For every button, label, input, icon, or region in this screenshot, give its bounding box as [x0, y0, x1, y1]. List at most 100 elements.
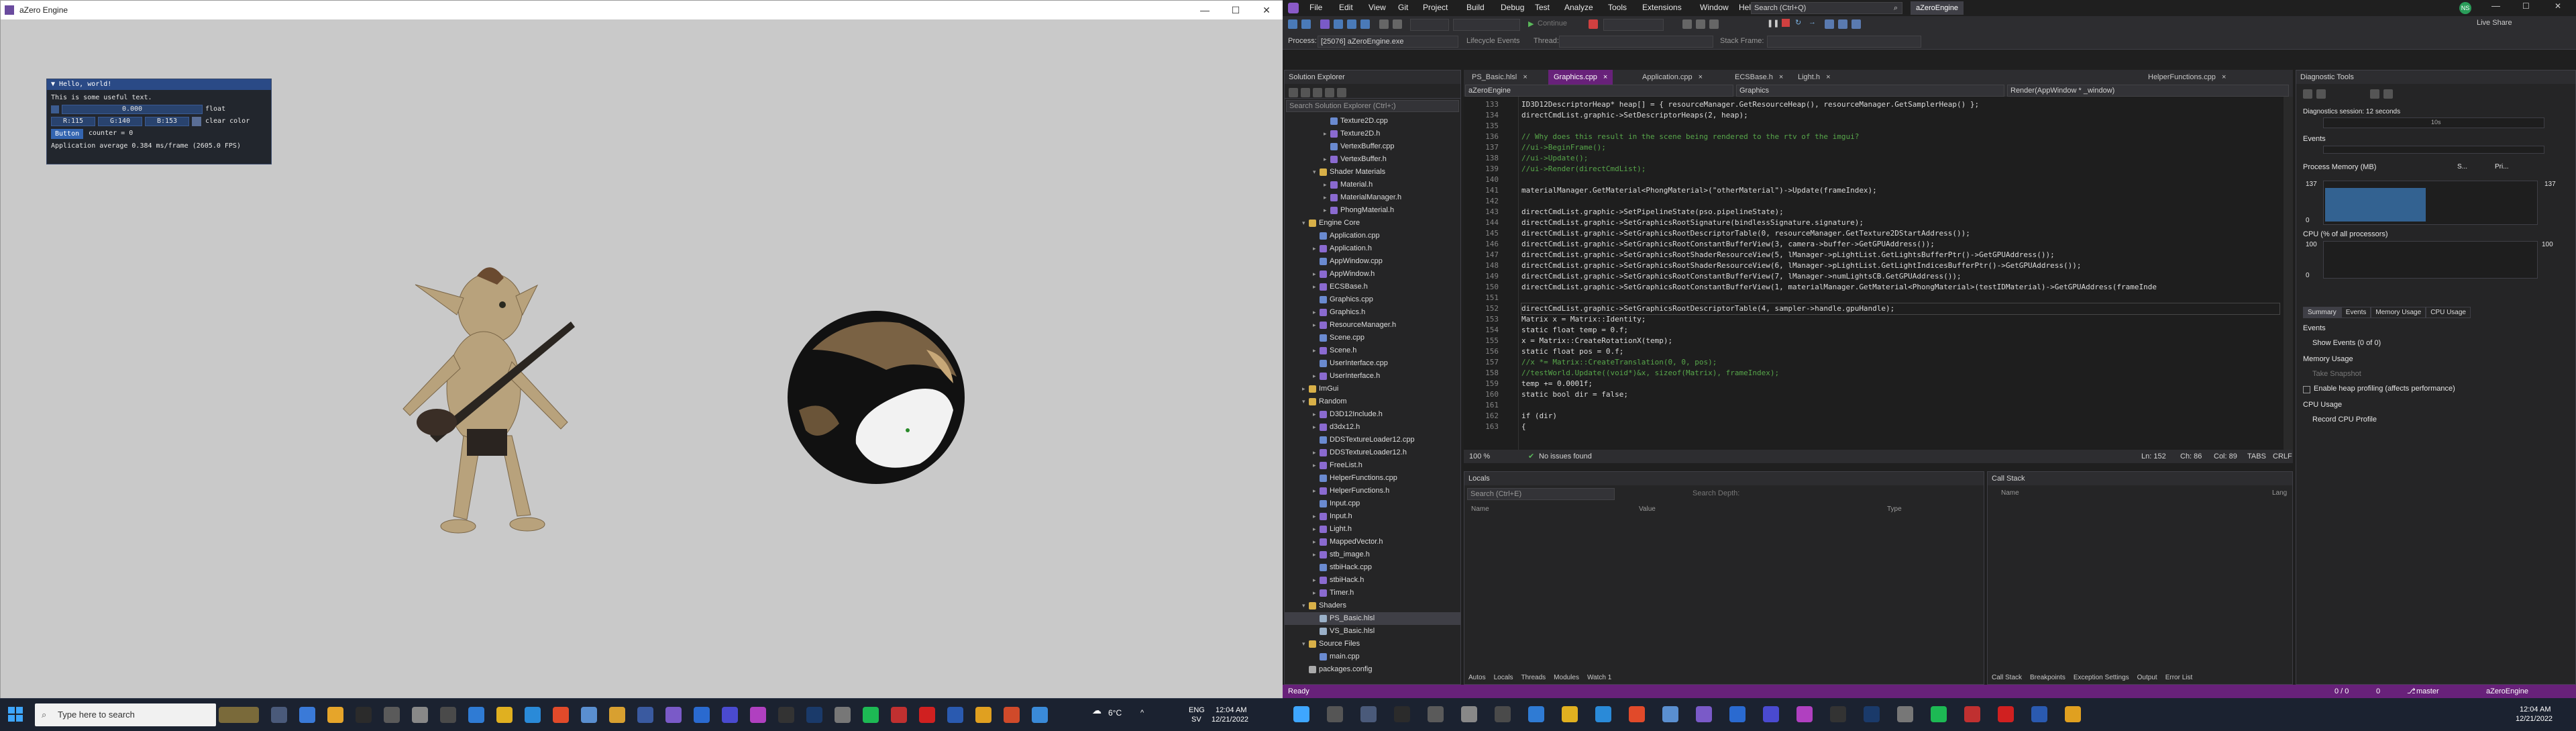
- app-icon-9[interactable]: [835, 707, 851, 723]
- tree-item[interactable]: ▾ Engine Core: [1285, 217, 1360, 230]
- code-line[interactable]: x = Matrix::CreateRotationX(temp);: [1521, 336, 1672, 346]
- git-branch[interactable]: master: [2416, 685, 2439, 698]
- process-dropdown[interactable]: [25076] aZeroEngine.exe: [1318, 36, 1458, 48]
- weather-icon[interactable]: ☁: [1092, 705, 1102, 715]
- minimize-icon[interactable]: —: [1189, 1, 1220, 19]
- tree-item[interactable]: ▸ D3D12Include.h: [1285, 408, 1383, 421]
- app-icon-d[interactable]: [1729, 706, 1746, 722]
- app-icon-6[interactable]: [637, 707, 653, 723]
- bottom-tab-call-stack[interactable]: Call Stack: [1992, 674, 2022, 681]
- tab-ps-basic-hlsl[interactable]: PS_Basic.hlsl ×: [1466, 70, 1533, 85]
- tree-item[interactable]: ▸ ImGui: [1285, 383, 1338, 395]
- menu-extensions[interactable]: Extensions: [1642, 3, 1682, 12]
- tree-expand-icon[interactable]: ▸: [1313, 242, 1320, 255]
- record-cpu-button[interactable]: Record CPU Profile: [2312, 416, 2377, 424]
- tree-item[interactable]: ▸ ECSBase.h: [1285, 281, 1368, 293]
- tree-item[interactable]: ▸ d3dx12.h: [1285, 421, 1360, 434]
- locals-search-input[interactable]: Search (Ctrl+E): [1467, 488, 1615, 500]
- tab-close-icon[interactable]: ×: [1601, 73, 1607, 81]
- code-line[interactable]: directCmdList.graphic->SetGraphicsRootSh…: [1521, 260, 2081, 271]
- tree-item[interactable]: Application.cpp: [1285, 230, 1380, 242]
- tree-expand-icon[interactable]: ▸: [1313, 523, 1320, 536]
- properties-icon[interactable]: [1337, 88, 1346, 97]
- undo-icon[interactable]: [1379, 19, 1389, 29]
- bottom-tab-modules[interactable]: Modules: [1554, 674, 1579, 681]
- tree-item[interactable]: ▾ Shader Materials: [1285, 166, 1385, 179]
- discord-icon[interactable]: [665, 707, 682, 723]
- tab-helperfunctions-cpp[interactable]: HelperFunctions.cpp ×: [2143, 70, 2231, 85]
- tree-expand-icon[interactable]: ▸: [1313, 485, 1320, 497]
- home-icon[interactable]: [1289, 88, 1298, 97]
- tree-item[interactable]: HelperFunctions.cpp: [1285, 472, 1397, 485]
- menu-view[interactable]: View: [1368, 3, 1386, 12]
- minimize-icon[interactable]: —: [2491, 1, 2500, 11]
- events-header[interactable]: Events: [2303, 135, 2326, 143]
- tree-item[interactable]: ▸ UserInterface.h: [1285, 370, 1380, 383]
- tree-item[interactable]: ▸ Application.h: [1285, 242, 1372, 255]
- tab-close-icon[interactable]: ×: [2220, 73, 2226, 81]
- tree-item[interactable]: ▸ Scene.h: [1285, 344, 1356, 357]
- tree-item[interactable]: Graphics.cpp: [1285, 293, 1373, 306]
- tree-expand-icon[interactable]: ▸: [1313, 306, 1320, 319]
- app-icon-2[interactable]: [384, 707, 400, 723]
- terminal-icon[interactable]: [1394, 706, 1410, 722]
- tree-expand-icon[interactable]: ▾: [1302, 217, 1309, 230]
- menu-build[interactable]: Build: [1466, 3, 1485, 12]
- pause-icon[interactable]: ❚❚: [1767, 19, 1779, 28]
- teams-icon[interactable]: [1763, 706, 1779, 722]
- tab-close-icon[interactable]: ×: [1824, 73, 1830, 81]
- clear-g-field[interactable]: G:140: [98, 117, 142, 126]
- menu-tools[interactable]: Tools: [1608, 3, 1627, 12]
- mail-icon[interactable]: [1528, 706, 1544, 722]
- tree-item[interactable]: ▸ VertexBuffer.h: [1285, 153, 1387, 166]
- callstack-col-name[interactable]: Name: [2001, 489, 2019, 497]
- app-icon-c[interactable]: [1662, 706, 1678, 722]
- cpu-header[interactable]: CPU (% of all processors): [2303, 230, 2388, 238]
- diag-select-tools-icon[interactable]: [2316, 89, 2326, 99]
- zoom-level[interactable]: 100 %: [1469, 450, 1490, 463]
- code-line[interactable]: directCmdList.graphic->SetPipelineState(…: [1521, 207, 1784, 217]
- app-icon-g[interactable]: [1964, 706, 1980, 722]
- tree-expand-icon[interactable]: ▸: [1313, 421, 1320, 434]
- diag-tab-cpu-usage[interactable]: CPU Usage: [2426, 307, 2471, 318]
- search-icon[interactable]: [1327, 706, 1343, 722]
- code-line[interactable]: static float temp = 0.f;: [1521, 325, 1628, 336]
- tree-item[interactable]: ▾ Shaders: [1285, 599, 1346, 612]
- new-item-icon[interactable]: [1320, 19, 1330, 29]
- clear-b-field[interactable]: B:153: [145, 117, 189, 126]
- settings-icon[interactable]: [1495, 706, 1511, 722]
- editor-scrollbar[interactable]: [2284, 97, 2293, 450]
- account-avatar[interactable]: NS: [2459, 2, 2471, 14]
- stack-frame-dropdown[interactable]: [1767, 36, 1921, 48]
- issues-text[interactable]: No issues found: [1539, 450, 1592, 463]
- tree-item[interactable]: ▸ Light.h: [1285, 523, 1352, 536]
- app-icon-i[interactable]: [2031, 706, 2047, 722]
- game-title-bar[interactable]: aZero Engine — ☐ ✕: [1, 1, 1283, 19]
- tree-expand-icon[interactable]: ▸: [1313, 408, 1320, 421]
- heap-profiling-checkbox[interactable]: [2303, 386, 2310, 393]
- bottom-tab-watch-1[interactable]: Watch 1: [1587, 674, 1611, 681]
- app-icon-b[interactable]: [1461, 706, 1477, 722]
- toolbar-icon-c[interactable]: [1709, 19, 1719, 29]
- tree-item[interactable]: stbiHack.cpp: [1285, 561, 1372, 574]
- tree-expand-icon[interactable]: ▸: [1324, 153, 1330, 166]
- tree-expand-icon[interactable]: ▸: [1313, 574, 1320, 587]
- windows-start-icon[interactable]: [8, 707, 23, 722]
- code-line[interactable]: //ui->Update();: [1521, 153, 1588, 164]
- tree-item[interactable]: ▸ Timer.h: [1285, 587, 1354, 599]
- app-icon-8[interactable]: [778, 707, 794, 723]
- platform-dropdown[interactable]: [1453, 19, 1520, 31]
- tree-item[interactable]: VS_Basic.hlsl: [1285, 625, 1375, 638]
- tree-expand-icon[interactable]: ▸: [1313, 344, 1320, 357]
- code-line[interactable]: materialManager.GetMaterial<PhongMateria…: [1521, 185, 1877, 196]
- restart-icon[interactable]: ↻: [1795, 18, 1801, 27]
- close-icon[interactable]: ✕: [2555, 1, 2561, 11]
- code-line[interactable]: directCmdList.graphic->SetGraphicsRootDe…: [1521, 228, 1970, 239]
- news-widget-icon[interactable]: [219, 707, 259, 723]
- tree-expand-icon[interactable]: ▸: [1324, 191, 1330, 204]
- clear-color-swatch[interactable]: [192, 117, 201, 126]
- tree-expand-icon[interactable]: ▾: [1302, 395, 1309, 408]
- tree-item[interactable]: ▾ Source Files: [1285, 638, 1360, 650]
- tree-expand-icon[interactable]: ▸: [1324, 179, 1330, 191]
- forward-icon[interactable]: [1301, 19, 1311, 29]
